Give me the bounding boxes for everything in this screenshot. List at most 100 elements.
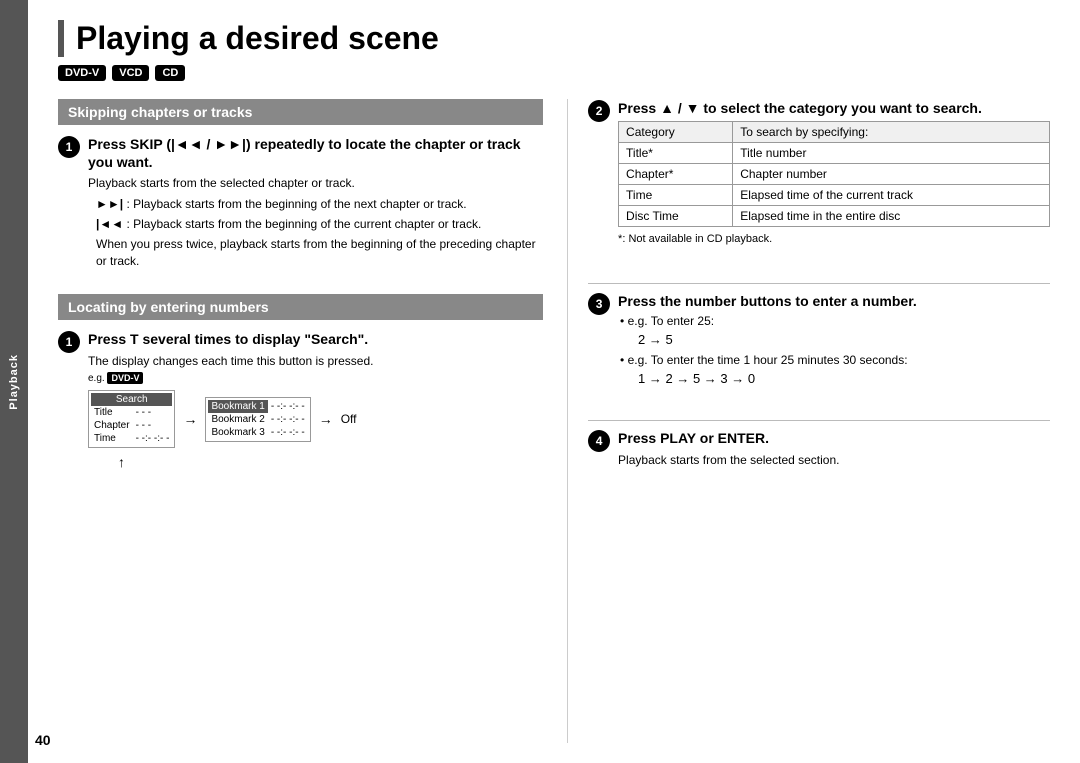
step4-desc: Playback starts from the selected sectio… [618, 452, 1050, 469]
step-circle-3: 3 [588, 293, 610, 315]
sub1-text: : Playback starts from the beginning of … [126, 197, 466, 211]
step-skip-desc: Playback starts from the selected chapte… [88, 175, 543, 192]
bookmark-2-value: - -:- -:- - [268, 413, 308, 426]
bookmark-box: Bookmark 1 - -:- -:- - Bookmark 2 - -:- … [205, 397, 310, 442]
table-header-row: Category To search by specifying: [619, 122, 1050, 143]
search-chapter-label: Chapter [91, 419, 133, 432]
sidebar-label: Playback [8, 354, 20, 410]
table-row-time: Time Elapsed time of the current track [619, 185, 1050, 206]
arrow-up-icon: ↑ [118, 454, 543, 470]
bookmark-row-2: Bookmark 2 - -:- -:- - [208, 413, 307, 426]
col-header-search: To search by specifying: [733, 122, 1050, 143]
step2-title: Press ▲ / ▼ to select the category you w… [618, 99, 1050, 117]
section-step3: 3 Press the number buttons to enter a nu… [588, 292, 1050, 400]
format-badges: DVD-V VCD CD [58, 65, 1050, 81]
step-4: 4 Press PLAY or ENTER. Playback starts f… [588, 429, 1050, 472]
step-locate-title: Press T several times to display "Search… [88, 330, 543, 348]
example-label: e.g. DVD-V [88, 373, 543, 384]
badge-cd: CD [155, 65, 185, 81]
step-circle-4: 4 [588, 430, 610, 452]
col-header-category: Category [619, 122, 733, 143]
step-skip-content: Press SKIP (|◄◄ / ►►|) repeatedly to loc… [88, 135, 543, 272]
sidebar: Playback [0, 0, 28, 763]
bookmark-3-value: - -:- -:- - [268, 426, 308, 439]
off-label: Off [341, 412, 357, 426]
sub2-text: : Playback starts from the beginning of … [126, 217, 481, 231]
page-number: 40 [35, 732, 51, 748]
main-content: Playing a desired scene DVD-V VCD CD Ski… [28, 0, 1080, 763]
category-table: Category To search by specifying: Title*… [618, 121, 1050, 227]
step-skip-sub1: ►►| : Playback starts from the beginning… [96, 196, 543, 213]
table-cell-chapter-cat: Chapter* [619, 164, 733, 185]
search-box: Search Title - - - Chapter - - [88, 390, 175, 448]
table-note: *: Not available in CD playback. [618, 233, 1050, 245]
divider-2-3 [588, 283, 1050, 284]
arrow-to-off: → [319, 411, 333, 427]
step4-title: Press PLAY or ENTER. [618, 429, 1050, 447]
section-header-skipping: Skipping chapters or tracks [58, 99, 543, 125]
search-title-value: - - - [133, 406, 173, 419]
step3-bullet1: e.g. To enter 25: [620, 314, 1050, 328]
bookmark-1-label: Bookmark 1 [208, 400, 267, 413]
step2-content: Press ▲ / ▼ to select the category you w… [618, 99, 1050, 255]
step3-content: Press the number buttons to enter a numb… [618, 292, 1050, 392]
table-row-chapter: Chapter* Chapter number [619, 164, 1050, 185]
step-skip-sub3: When you press twice, playback starts fr… [96, 236, 543, 270]
bookmark-row-1: Bookmark 1 - -:- -:- - [208, 400, 307, 413]
step-locate-content: Press T several times to display "Search… [88, 330, 543, 470]
badge-vcd: VCD [112, 65, 149, 81]
example-text: e.g. [88, 373, 105, 384]
search-row-chapter: Chapter - - - [91, 419, 172, 432]
step-skip: 1 Press SKIP (|◄◄ / ►►|) repeatedly to l… [58, 135, 543, 272]
table-cell-chapter-val: Chapter number [733, 164, 1050, 185]
table-row-disc: Disc Time Elapsed time in the entire dis… [619, 206, 1050, 227]
divider-3-4 [588, 420, 1050, 421]
section-step4: 4 Press PLAY or ENTER. Playback starts f… [588, 429, 1050, 480]
search-title-label: Title [91, 406, 133, 419]
search-chapter-value: - - - [133, 419, 173, 432]
badge-dvdv: DVD-V [58, 65, 106, 81]
step-2: 2 Press ▲ / ▼ to select the category you… [588, 99, 1050, 255]
table-cell-title-cat: Title* [619, 143, 733, 164]
table-row-title: Title* Title number [619, 143, 1050, 164]
section-locating: Locating by entering numbers 1 Press T s… [58, 294, 543, 478]
step-skip-sub2: |◄◄ : Playback starts from the beginning… [96, 216, 543, 233]
sub2-icon: |◄◄ [96, 217, 123, 231]
step4-content: Press PLAY or ENTER. Playback starts fro… [618, 429, 1050, 472]
left-column: Skipping chapters or tracks 1 Press SKIP… [58, 99, 543, 743]
step-3: 3 Press the number buttons to enter a nu… [588, 292, 1050, 392]
search-row-time: Time - -:- -:- - [91, 432, 172, 445]
search-time-value: - -:- -:- - [133, 432, 173, 445]
search-box-header: Search [91, 393, 172, 406]
sub1-icon: ►►| [96, 197, 123, 211]
bookmark-3-label: Bookmark 3 [208, 426, 267, 439]
section-skipping: Skipping chapters or tracks 1 Press SKIP… [58, 99, 543, 280]
step-locate: 1 Press T several times to display "Sear… [58, 330, 543, 470]
search-row-title: Title - - - [91, 406, 172, 419]
columns: Skipping chapters or tracks 1 Press SKIP… [58, 99, 1050, 743]
step3-formula2: 1 → 2 → 5 → 3 → 0 [638, 371, 1050, 386]
right-column: 2 Press ▲ / ▼ to select the category you… [567, 99, 1050, 743]
table-cell-title-val: Title number [733, 143, 1050, 164]
search-box-table: Title - - - Chapter - - - Ti [91, 406, 172, 445]
step-locate-desc: The display changes each time this butto… [88, 353, 543, 370]
table-cell-disc-val: Elapsed time in the entire disc [733, 206, 1050, 227]
bookmark-1-value: - -:- -:- - [268, 400, 308, 413]
page-title: Playing a desired scene [58, 20, 1050, 57]
step-circle-2: 2 [588, 100, 610, 122]
step3-bullet2: e.g. To enter the time 1 hour 25 minutes… [620, 353, 1050, 367]
arrow-to-bookmark: → [183, 411, 197, 427]
bookmark-table: Bookmark 1 - -:- -:- - Bookmark 2 - -:- … [208, 400, 307, 439]
step-circle-1: 1 [58, 136, 80, 158]
table-cell-time-cat: Time [619, 185, 733, 206]
search-display: Search Title - - - Chapter - - [88, 390, 543, 448]
step-circle-locate: 1 [58, 331, 80, 353]
step-skip-title: Press SKIP (|◄◄ / ►►|) repeatedly to loc… [88, 135, 543, 171]
bookmark-2-label: Bookmark 2 [208, 413, 267, 426]
section-step2: 2 Press ▲ / ▼ to select the category you… [588, 99, 1050, 263]
section-header-locating: Locating by entering numbers [58, 294, 543, 320]
search-time-label: Time [91, 432, 133, 445]
example-badge: DVD-V [107, 372, 143, 384]
table-cell-disc-cat: Disc Time [619, 206, 733, 227]
step3-formula1: 2 → 5 [638, 332, 1050, 347]
